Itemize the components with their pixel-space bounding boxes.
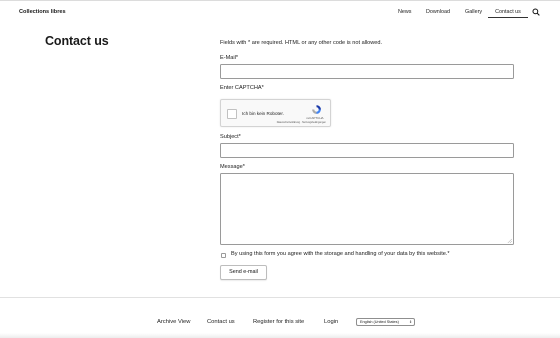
site-title[interactable]: Collections libres xyxy=(19,9,66,15)
message-label: Message* xyxy=(220,164,245,170)
captcha-label: Enter CAPTCHA* xyxy=(220,85,264,91)
recaptcha-widget: Ich bin kein Roboter. reCAPTCHA Datensch… xyxy=(220,99,331,127)
language-select-value: English (United States) xyxy=(360,320,399,324)
consent-text: By using this form you agree with the st… xyxy=(231,251,450,257)
send-email-button[interactable]: Send e-mail xyxy=(220,265,267,280)
recaptcha-checkbox[interactable] xyxy=(227,109,237,119)
email-field[interactable] xyxy=(220,64,514,79)
bottom-edge xyxy=(0,333,560,338)
footer-link-contact-us[interactable]: Contact us xyxy=(207,319,235,325)
nav-item-contact-us[interactable]: Contact us xyxy=(488,8,528,18)
footer-divider xyxy=(0,297,560,298)
recaptcha-logo-icon xyxy=(312,105,321,114)
subject-label: Subject* xyxy=(220,134,241,140)
page-title: Contact us xyxy=(45,34,109,48)
nav-item-gallery[interactable]: Gallery xyxy=(463,8,484,18)
consent-checkbox[interactable] xyxy=(221,253,226,258)
chevron-updown-icon: ⇕ xyxy=(409,320,412,324)
recaptcha-brand: reCAPTCHA xyxy=(306,116,324,120)
email-label: E-Mail* xyxy=(220,55,239,61)
form-note: Fields with * are required. HTML or any … xyxy=(220,40,383,46)
language-select[interactable]: English (United States) ⇕ xyxy=(356,318,415,326)
top-border xyxy=(0,0,560,1)
footer-link-archive-view[interactable]: Archive View xyxy=(157,319,190,325)
recaptcha-links[interactable]: Datenschutzerklärung · Nutzungsbedingung… xyxy=(277,121,326,124)
footer-link-register[interactable]: Register for this site xyxy=(253,319,304,325)
recaptcha-checkbox-text: Ich bin kein Roboter. xyxy=(242,111,284,116)
search-icon[interactable] xyxy=(532,8,540,16)
subject-field[interactable] xyxy=(220,143,514,158)
nav-item-download[interactable]: Download xyxy=(424,8,452,18)
nav-item-news[interactable]: News xyxy=(396,8,413,18)
resize-handle-icon[interactable] xyxy=(507,238,512,243)
footer-link-login[interactable]: Login xyxy=(324,319,338,325)
message-textarea[interactable] xyxy=(220,173,514,245)
